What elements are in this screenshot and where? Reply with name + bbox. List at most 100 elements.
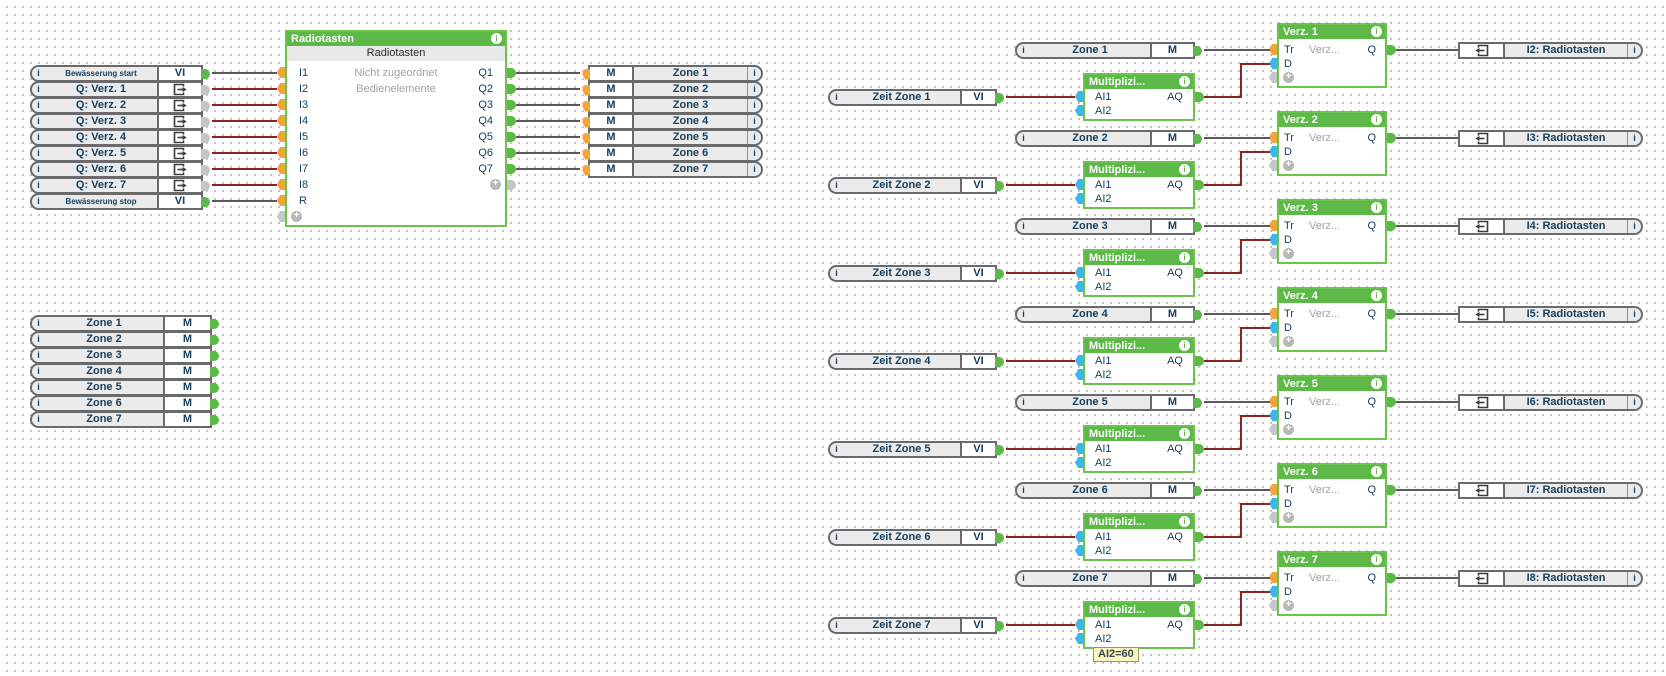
info-icon[interactable]: i — [747, 146, 761, 160]
input-connector[interactable] — [1075, 531, 1083, 542]
output-connector[interactable] — [1193, 309, 1202, 320]
input-connector[interactable] — [1269, 160, 1277, 171]
info-icon[interactable]: i — [1179, 428, 1190, 439]
add-input-button[interactable]: + — [291, 211, 302, 222]
target-output-ref-4[interactable]: I6: Radiotasten i — [1458, 393, 1643, 411]
input-connector[interactable] — [582, 132, 590, 144]
wire[interactable] — [212, 136, 277, 138]
info-icon[interactable]: i — [1017, 132, 1030, 145]
info-icon[interactable]: i — [32, 413, 45, 426]
input-connector[interactable] — [1269, 220, 1277, 231]
wire[interactable] — [1204, 313, 1270, 315]
output-connector[interactable] — [1195, 444, 1204, 454]
input-connector[interactable] — [1075, 267, 1083, 278]
output-connector[interactable] — [995, 356, 1004, 367]
target-output-ref-6[interactable]: I8: Radiotasten i — [1458, 569, 1643, 587]
zone-source-ref-4[interactable]: i Zone 5 M — [1015, 393, 1202, 411]
output-connector[interactable] — [995, 180, 1004, 191]
wire[interactable] — [516, 168, 580, 170]
multiply-block-1[interactable]: Multiplizi... i AI1 AI2 AQ — [1075, 161, 1204, 209]
input-connector[interactable] — [1269, 146, 1277, 157]
zone-source-ref-0[interactable]: i Zone 1 M — [1015, 41, 1202, 59]
zone-source-ref-6[interactable]: i Zone 7 M — [1015, 569, 1202, 587]
zone-memory-ref-4[interactable]: i Zone 5 M — [30, 378, 219, 396]
input-connector[interactable] — [1075, 179, 1083, 190]
info-icon[interactable]: i — [1179, 164, 1190, 175]
output-connector[interactable] — [1195, 620, 1204, 630]
output-connector[interactable] — [1193, 485, 1202, 496]
block-header[interactable]: Verz. 6 i — [1279, 465, 1385, 479]
verz-block-1[interactable]: Verz. 2 i Tr Verz... Q D + — [1269, 111, 1396, 176]
add-input-button[interactable]: + — [1283, 512, 1294, 523]
wire[interactable] — [212, 168, 277, 170]
wire[interactable] — [1396, 489, 1458, 491]
wire[interactable] — [1204, 49, 1270, 51]
output-connector[interactable] — [210, 398, 219, 409]
wire[interactable] — [1204, 448, 1242, 450]
output-connector[interactable] — [1195, 180, 1204, 190]
left-input-ref-8[interactable]: i Bewässerung stop VI — [30, 192, 210, 210]
info-icon[interactable]: i — [1017, 220, 1030, 233]
input-connector[interactable] — [1269, 44, 1277, 55]
info-icon[interactable]: i — [830, 91, 843, 104]
output-connector[interactable] — [1387, 309, 1396, 319]
wire[interactable] — [516, 136, 580, 138]
input-connector[interactable] — [582, 164, 590, 176]
output-connector[interactable] — [210, 350, 219, 361]
wire[interactable] — [1006, 624, 1075, 626]
verz-block-3[interactable]: Verz. 4 i Tr Verz... Q D + — [1269, 287, 1396, 352]
input-connector[interactable] — [582, 148, 590, 160]
info-icon[interactable]: i — [32, 99, 45, 112]
input-connector[interactable] — [1269, 484, 1277, 495]
info-icon[interactable]: i — [1017, 396, 1030, 409]
input-connector[interactable] — [1075, 619, 1083, 630]
wire[interactable] — [1396, 49, 1458, 51]
output-connector[interactable] — [1193, 133, 1202, 144]
zeit-input-ref-3[interactable]: i Zeit Zone 4 VI — [828, 352, 1004, 370]
output-connector[interactable] — [995, 92, 1004, 103]
diagram-canvas[interactable]: i Bewässerung start VI i Q: Verz. 1 i Q: Verz.… — [0, 0, 1666, 676]
wire[interactable] — [1006, 448, 1075, 450]
output-connector[interactable] — [1387, 573, 1396, 583]
left-input-ref-3[interactable]: i Q: Verz. 3 — [30, 112, 210, 130]
wire[interactable] — [1204, 96, 1242, 98]
output-connector[interactable] — [201, 196, 210, 207]
output-connector[interactable] — [1195, 268, 1204, 278]
block-header[interactable]: Verz. 1 i — [1279, 25, 1385, 39]
zone-memory-ref-1[interactable]: i Zone 2 M — [30, 330, 219, 348]
info-icon[interactable]: i — [1179, 340, 1190, 351]
wire[interactable] — [1240, 63, 1270, 65]
output-connector[interactable] — [1387, 45, 1396, 55]
zone-output-ref-5[interactable]: M Zone 6 i — [582, 144, 763, 162]
input-connector[interactable] — [1269, 424, 1277, 435]
zeit-input-ref-5[interactable]: i Zeit Zone 6 VI — [828, 528, 1004, 546]
wire[interactable] — [1204, 272, 1242, 274]
info-icon[interactable]: i — [32, 83, 45, 96]
info-icon[interactable]: i — [32, 381, 45, 394]
info-icon[interactable]: i — [491, 33, 502, 44]
block-header[interactable]: Multiplizi... i — [1085, 427, 1193, 441]
left-input-ref-0[interactable]: i Bewässerung start VI — [30, 64, 210, 82]
add-input-button[interactable]: + — [1283, 600, 1294, 611]
wire[interactable] — [1006, 536, 1075, 538]
wire[interactable] — [1006, 184, 1075, 186]
input-connector[interactable] — [277, 179, 285, 190]
input-connector[interactable] — [582, 116, 590, 128]
input-connector[interactable] — [277, 147, 285, 158]
input-connector[interactable] — [1075, 193, 1083, 204]
wire[interactable] — [212, 72, 277, 74]
input-connector[interactable] — [277, 195, 285, 206]
input-connector[interactable] — [1075, 91, 1083, 102]
wire[interactable] — [1240, 327, 1242, 362]
input-connector[interactable] — [1075, 633, 1083, 644]
output-connector[interactable] — [507, 100, 516, 110]
wire[interactable] — [212, 120, 277, 122]
info-icon[interactable]: i — [1179, 252, 1190, 263]
wire[interactable] — [1240, 239, 1270, 241]
info-icon[interactable]: i — [747, 98, 761, 112]
output-connector[interactable] — [1195, 92, 1204, 102]
target-output-ref-2[interactable]: I4: Radiotasten i — [1458, 217, 1643, 235]
info-icon[interactable]: i — [1371, 26, 1382, 37]
info-icon[interactable]: i — [747, 130, 761, 144]
info-icon[interactable]: i — [32, 317, 45, 330]
